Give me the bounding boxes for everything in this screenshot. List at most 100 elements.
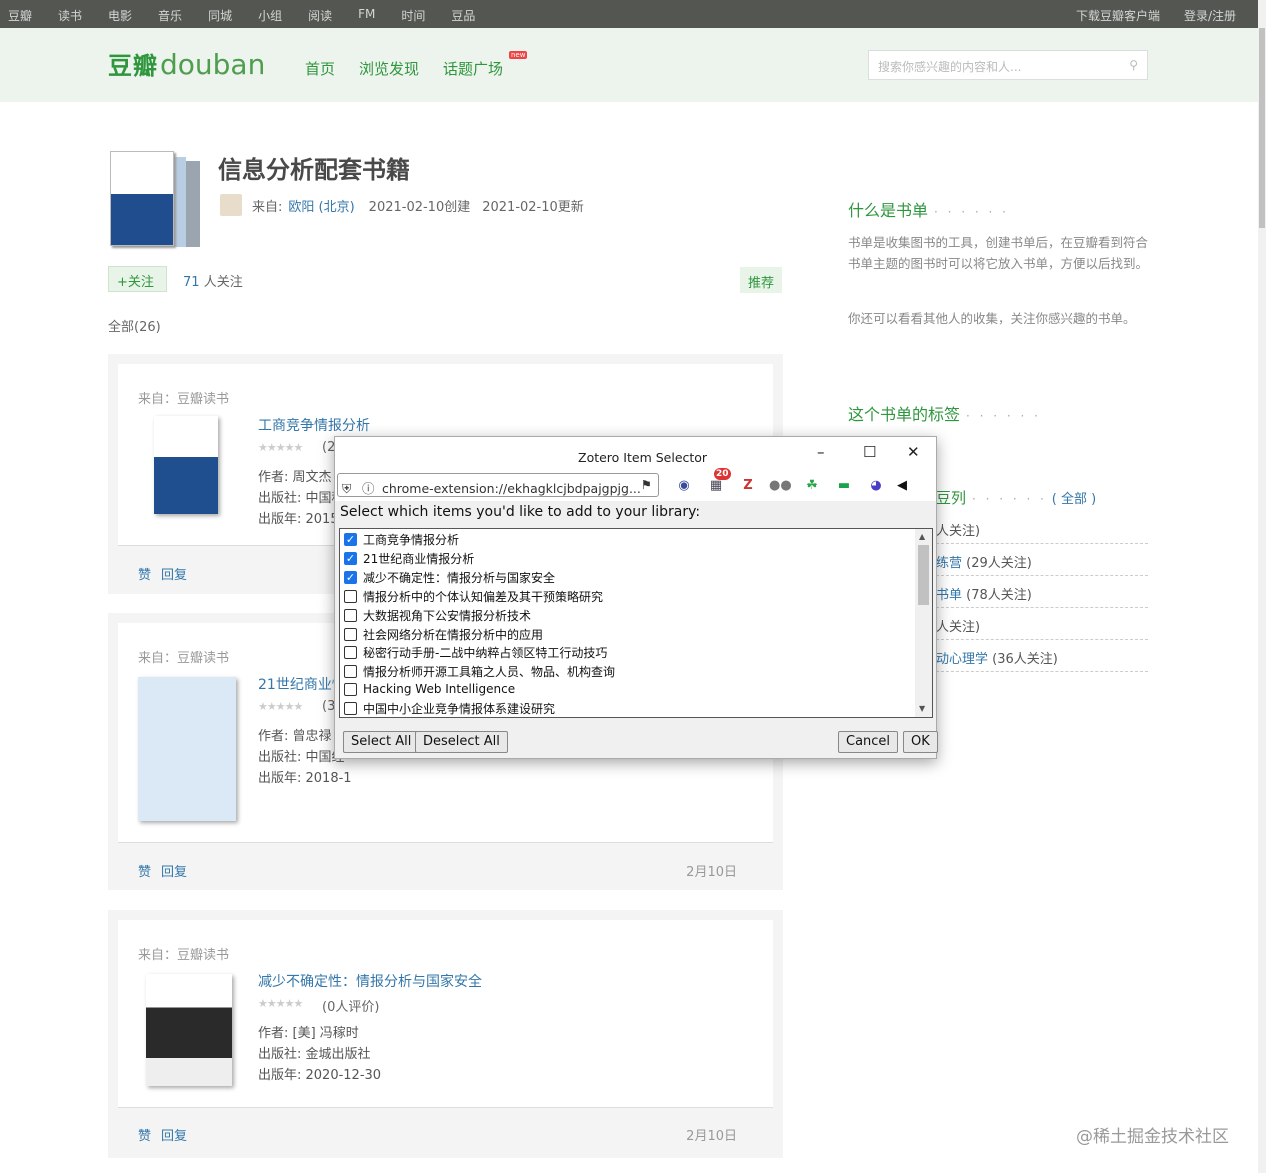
url-field[interactable]: ⛨ ⓘ chrome-extension://ekhagklcjbdpajgpj… — [337, 473, 659, 497]
sidebar-list-row[interactable]: 书单 (78人关注) — [936, 584, 1148, 608]
checkbox[interactable] — [344, 701, 357, 715]
search-placeholder: 搜索你感兴趣的内容和人... — [878, 60, 1022, 74]
dialog-titlebar[interactable]: Zotero Item Selector – ☐ ✕ — [335, 437, 936, 471]
list-item[interactable]: 情报分析师开源工具箱之人员、物品、机构查询 — [344, 662, 615, 680]
list-item[interactable]: ✓ 21世纪商业情报分析 — [344, 549, 474, 567]
like-link[interactable]: 赞 — [138, 568, 151, 583]
password-manager-icon[interactable]: ◉ — [673, 475, 695, 497]
top-nav-local[interactable]: 同城 — [208, 7, 232, 24]
like-link[interactable]: 赞 — [138, 865, 151, 880]
reader-icon[interactable]: ●● — [769, 475, 792, 497]
bookmark-icon[interactable]: ⚑ — [641, 477, 652, 492]
checkbox[interactable] — [344, 682, 357, 696]
book-cover[interactable] — [146, 974, 232, 1086]
sync-icon[interactable]: ◕ — [865, 475, 887, 497]
page-scrollbar[interactable] — [1258, 0, 1266, 1173]
follow-count: 71 人关注 — [183, 275, 243, 290]
page-title: 信息分析配套书籍 — [218, 156, 410, 184]
top-nav-time[interactable]: 时间 — [401, 7, 425, 24]
list-item[interactable]: 情报分析中的个体认知偏差及其干预策略研究 — [344, 587, 603, 605]
ok-button[interactable]: OK — [903, 731, 938, 753]
checkbox[interactable]: ✓ — [344, 570, 357, 584]
checkbox[interactable] — [344, 608, 357, 622]
star-rating: ★★★★★ — [258, 441, 303, 454]
book-cover[interactable] — [138, 677, 236, 821]
like-link[interactable]: 赞 — [138, 1129, 151, 1144]
zotero-icon[interactable]: Z — [737, 475, 759, 497]
sidebar-list-row[interactable]: 动心理学 (36人关注) — [936, 648, 1148, 672]
reply-link[interactable]: 回复 — [161, 865, 187, 880]
extension-badge-icon[interactable]: ▦ 20 — [705, 468, 731, 497]
top-nav-book[interactable]: 读书 — [58, 7, 82, 24]
zotero-item-selector-dialog: Zotero Item Selector – ☐ ✕ ⛨ ⓘ chrome-ex… — [334, 436, 938, 759]
list-scrollbar-thumb[interactable] — [918, 545, 929, 605]
top-nav-market[interactable]: 豆品 — [451, 7, 475, 24]
checkbox[interactable] — [344, 645, 357, 659]
evernote-icon[interactable]: ☘ — [801, 475, 823, 497]
douban-logo[interactable]: 豆瓣 douban — [108, 46, 265, 81]
checkbox[interactable] — [344, 589, 357, 603]
book-title-link[interactable]: 21世纪商业情 — [258, 674, 346, 694]
top-nav-music[interactable]: 音乐 — [158, 7, 182, 24]
sidebar-list-row[interactable]: 练营 (29人关注) — [936, 552, 1148, 576]
author-link[interactable]: 欧阳 (北京) — [288, 196, 354, 215]
dialog-urlbar: ⛨ ⓘ chrome-extension://ekhagklcjbdpajgpj… — [335, 468, 936, 501]
scroll-up-icon[interactable]: ▲ — [919, 532, 925, 541]
dialog-title: Zotero Item Selector — [578, 450, 708, 465]
list-item[interactable]: 秘密行动手册-二战中纳粹占领区特工行动技巧 — [344, 643, 607, 661]
book-cover[interactable] — [154, 416, 218, 514]
list-item[interactable]: 大数据视角下公安情报分析技术 — [344, 606, 531, 624]
nav-home[interactable]: 首页 — [305, 58, 335, 79]
maximize-icon[interactable]: ☐ — [863, 443, 876, 461]
avatar[interactable] — [220, 194, 242, 216]
list-item[interactable]: 中国中小企业竞争情报体系建设研究 — [344, 699, 555, 717]
login-register-link[interactable]: 登录/注册 — [1184, 7, 1236, 24]
book-author: 作者: [美] 冯稼时 — [258, 1026, 359, 1041]
reply-link[interactable]: 回复 — [161, 1129, 187, 1144]
checkbox[interactable]: ✓ — [344, 532, 357, 546]
chat-icon[interactable]: ▬ — [833, 475, 855, 497]
select-all-button[interactable]: Select All — [343, 731, 420, 753]
series-all-link[interactable]: ( 全部 ) — [1052, 492, 1096, 507]
sidebar-list-row[interactable]: 人关注) — [936, 616, 1148, 640]
cancel-button[interactable]: Cancel — [838, 731, 899, 753]
list-item[interactable]: ✓ 减少不确定性：情报分析与国家安全 — [344, 568, 555, 586]
checkbox[interactable]: ✓ — [344, 551, 357, 565]
search-icon[interactable]: ⚲ — [1129, 58, 1138, 72]
book-year: 出版年: 2015 — [258, 512, 339, 527]
more-extensions-icon[interactable]: ◀ — [897, 475, 907, 497]
search-input[interactable]: 搜索你感兴趣的内容和人... ⚲ — [868, 50, 1148, 80]
doulist-cover — [110, 151, 202, 247]
checkbox[interactable] — [344, 664, 357, 678]
download-app-link[interactable]: 下载豆瓣客户端 — [1076, 7, 1160, 24]
top-nav-douban[interactable]: 豆瓣 — [8, 7, 32, 24]
minimize-icon[interactable]: – — [817, 443, 825, 461]
page-scrollbar-thumb[interactable] — [1259, 28, 1265, 228]
nav-topics[interactable]: 话题广场 — [443, 58, 503, 79]
top-nav-movie[interactable]: 电影 — [108, 7, 132, 24]
info-icon[interactable]: ⓘ — [362, 478, 378, 497]
follow-button[interactable]: +关注 — [108, 266, 167, 292]
close-icon[interactable]: ✕ — [907, 443, 920, 461]
list-scrollbar[interactable]: ▲ ▼ — [915, 529, 932, 717]
book-author: 作者: 曾忠禄 — [258, 729, 332, 744]
total-count[interactable]: 全部(26) — [108, 316, 161, 335]
what-is-doulist-heading: 什么是书单 · · · · · · — [848, 201, 1009, 220]
list-item[interactable]: Hacking Web Intelligence — [344, 680, 515, 698]
list-item[interactable]: ✓ 工商竞争情报分析 — [344, 530, 459, 548]
reply-link[interactable]: 回复 — [161, 568, 187, 583]
book-title-link[interactable]: 工商竞争情报分析 — [258, 415, 370, 435]
book-publisher: 出版社: 中国科 — [258, 491, 345, 506]
list-item[interactable]: 社会网络分析在情报分析中的应用 — [344, 625, 543, 643]
book-title-link[interactable]: 减少不确定性：情报分析与国家安全 — [258, 971, 482, 991]
created-date: 2021-02-10创建 — [368, 199, 471, 215]
sidebar-list-row[interactable]: 人关注) — [936, 520, 1148, 544]
top-nav-fm[interactable]: FM — [358, 7, 375, 24]
checkbox[interactable] — [344, 627, 357, 641]
nav-explore[interactable]: 浏览发现 — [359, 58, 419, 79]
top-nav-read[interactable]: 阅读 — [308, 7, 332, 24]
recommend-button[interactable]: 推荐 — [740, 267, 782, 293]
deselect-all-button[interactable]: Deselect All — [415, 731, 508, 753]
top-nav-group[interactable]: 小组 — [258, 7, 282, 24]
scroll-down-icon[interactable]: ▼ — [919, 704, 925, 713]
